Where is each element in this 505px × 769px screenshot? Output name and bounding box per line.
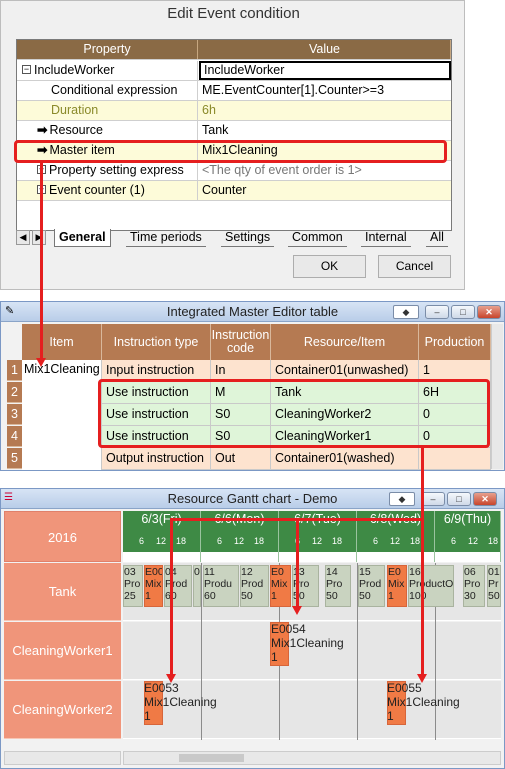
header-production: Production	[419, 324, 491, 360]
gantt-bar[interactable]: 16 ProductO 100	[408, 565, 454, 607]
gantt-bar[interactable]: 06 Pro 30	[463, 565, 485, 607]
gantt-bar-event[interactable]: E0 Mix 1	[387, 565, 407, 607]
property-label: Event counter (1)	[49, 183, 145, 197]
gantt-bar[interactable]: 03 Pro 25	[123, 565, 143, 607]
connector-line	[40, 160, 43, 360]
property-column-header: Property	[17, 40, 198, 59]
tab-scroll-left-icon[interactable]: ◀	[16, 230, 30, 245]
day-column-header[interactable]: 6/9(Thu) 6 12 18	[435, 511, 501, 562]
tab-settings[interactable]: Settings	[221, 229, 275, 247]
header-instruction-code: Instruction code	[211, 324, 271, 360]
arrow-head-icon	[292, 606, 302, 615]
close-button[interactable]: ✕	[477, 305, 501, 319]
item-name: Mix1Cleaning	[24, 362, 100, 376]
gantt-bar[interactable]: 0	[193, 565, 201, 607]
header-item: Item	[22, 324, 102, 360]
row-number: 5	[7, 448, 22, 469]
resource-label-tank[interactable]: Tank	[4, 563, 121, 621]
grid-header: Property Value	[17, 40, 451, 60]
instruction-code-cell[interactable]: Out	[211, 448, 271, 470]
property-grid: Property Value − IncludeWorker IncludeWor…	[16, 39, 452, 231]
gantt-bar[interactable]: 11 Produ 60	[203, 565, 239, 607]
connector-line	[296, 518, 299, 608]
item-cell[interactable]: Mix1Cleaning	[22, 360, 102, 470]
value-column-header: Value	[199, 40, 451, 59]
job-label-e0055: E0055 Mix1Cleaning 1	[387, 681, 460, 723]
header-resource-item: Resource/Item	[271, 324, 419, 360]
master-title-bar: ✎ Integrated Master Editor table ◆ – □ ✕	[1, 302, 504, 322]
connector-line	[170, 518, 173, 676]
row-number: 2	[7, 382, 22, 403]
row-number: 3	[7, 404, 22, 425]
tab-internal[interactable]: Internal	[361, 229, 411, 247]
gantt-bar[interactable]: 04Prod60	[164, 565, 192, 607]
property-label: Duration	[17, 101, 198, 120]
horizontal-scrollbar[interactable]	[123, 751, 501, 765]
resource-label-cleaningworker2[interactable]: CleaningWorker2	[4, 681, 121, 739]
property-value-input[interactable]: IncludeWorker	[199, 61, 451, 80]
gantt-title-bar: ☰ Resource Gantt chart - Demo ◆ – □ ✕	[1, 489, 504, 509]
property-value[interactable]: <The qty of event order is 1>	[199, 161, 451, 180]
property-label: Conditional expression	[17, 81, 198, 100]
tab-all[interactable]: All	[426, 229, 448, 247]
close-button[interactable]: ✕	[473, 492, 497, 506]
gantt-bar-event[interactable]: E00 Mix 1	[144, 565, 163, 607]
grid-row-event-counter[interactable]: +Event counter (1) Counter	[17, 181, 451, 201]
job-label-e0053: E0053 Mix1Cleaning 1	[144, 681, 217, 723]
gantt-window: ☰ Resource Gantt chart - Demo ◆ – □ ✕ 20…	[0, 488, 505, 769]
row-number: 1	[7, 360, 22, 381]
collapse-icon[interactable]: −	[22, 65, 31, 75]
property-value[interactable]: 6h	[199, 101, 451, 120]
scroll-thumb[interactable]	[179, 754, 244, 762]
resource-label-cleaningworker1[interactable]: CleaningWorker1	[4, 622, 121, 680]
property-label: Property setting express	[49, 163, 184, 177]
property-value[interactable]: Tank	[199, 121, 451, 140]
arrow-head-icon	[166, 674, 176, 683]
highlight-master-item	[14, 140, 447, 163]
highlight-use-instructions	[98, 379, 490, 448]
dialog-title: Edit Event condition	[167, 5, 300, 22]
tab-general[interactable]: General	[54, 229, 111, 247]
tab-common[interactable]: Common	[288, 229, 347, 247]
resource-item-cell[interactable]: Container01(washed)	[271, 448, 419, 470]
gantt-bar-event[interactable]: E0 Mix 1	[270, 565, 291, 607]
ok-button[interactable]: OK	[293, 255, 366, 278]
maximize-button[interactable]: □	[451, 305, 475, 319]
gantt-bar[interactable]: 14 Pro 50	[325, 565, 351, 607]
header-instruction-type: Instruction type	[102, 324, 211, 360]
row-number: 4	[7, 426, 22, 447]
connector-line	[421, 446, 424, 676]
tab-scroll-right-icon[interactable]: ▶	[32, 230, 46, 245]
gantt-year: 2016	[4, 511, 121, 562]
grid-row-property-setting[interactable]: +Property setting express <The qty of ev…	[17, 161, 451, 181]
tab-bar: ◀ ▶ General Time periods Settings Common…	[16, 229, 452, 247]
property-value[interactable]: Counter	[199, 181, 451, 200]
pin-icon[interactable]: ◆	[389, 492, 415, 506]
pin-icon[interactable]: ◆	[393, 305, 419, 319]
horizontal-scrollbar-left[interactable]	[4, 751, 121, 765]
property-label: IncludeWorker	[34, 63, 115, 77]
arrow-head-icon	[36, 358, 46, 367]
property-label: Resource	[49, 123, 103, 137]
minimize-button[interactable]: –	[421, 492, 445, 506]
arrow-right-icon: ➡	[37, 123, 48, 137]
property-value[interactable]: ME.EventCounter[1].Counter>=3	[199, 81, 451, 100]
gantt-bar[interactable]: 12 Prod 50	[240, 565, 269, 607]
grid-row-includeworker[interactable]: − IncludeWorker IncludeWorker	[17, 61, 451, 81]
arrow-head-icon	[417, 674, 427, 683]
grid-row-conditional[interactable]: Conditional expression ME.EventCounter[1…	[17, 81, 451, 101]
grid-row-resource[interactable]: ➡ Resource Tank	[17, 121, 451, 141]
grid-row-duration[interactable]: Duration 6h	[17, 101, 451, 121]
gantt-bar[interactable]: 15 Prod 50	[358, 565, 385, 607]
tab-time-periods[interactable]: Time periods	[126, 229, 206, 247]
maximize-button[interactable]: □	[447, 492, 471, 506]
cancel-button[interactable]: Cancel	[378, 255, 451, 278]
gantt-bar[interactable]: 01 Pr 50	[487, 565, 501, 607]
master-scrollbar[interactable]	[491, 324, 503, 469]
production-cell[interactable]	[419, 448, 491, 470]
job-label-e0054: E0054 Mix1Cleaning 1	[271, 622, 344, 664]
instruction-type-cell[interactable]: Output instruction	[102, 448, 211, 470]
minimize-button[interactable]: –	[425, 305, 449, 319]
